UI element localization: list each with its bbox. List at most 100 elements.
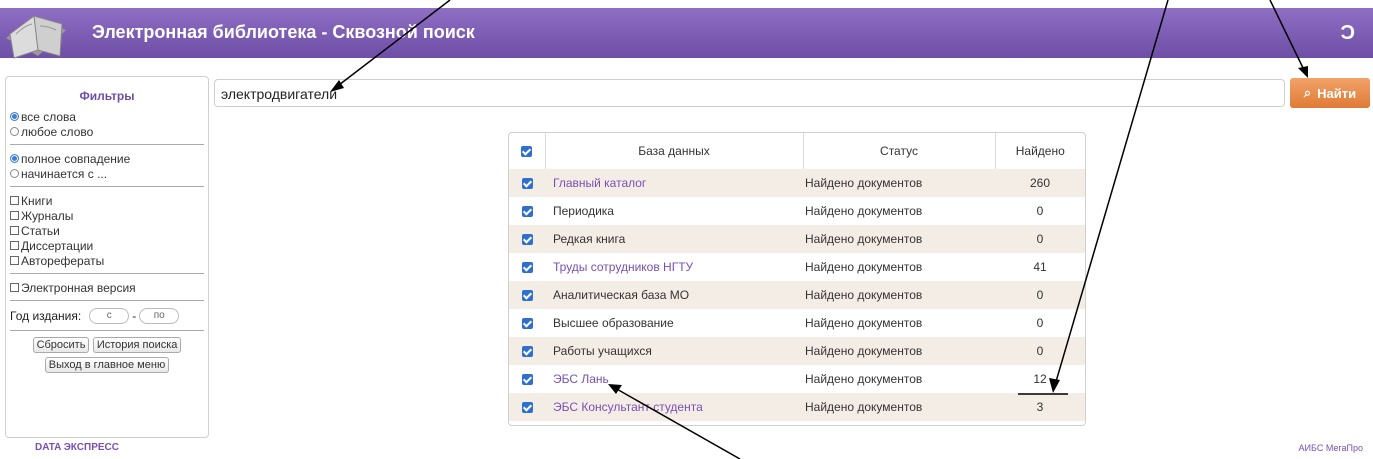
row-checkbox[interactable] [509, 197, 545, 225]
column-header-status: Статус [802, 133, 995, 169]
table-row: Аналитическая база МО Найдено документов 0 [509, 281, 1085, 309]
row-checkbox[interactable] [509, 337, 545, 365]
radio-empty-icon[interactable] [10, 169, 19, 178]
radio-selected-icon[interactable] [10, 112, 19, 121]
database-name[interactable]: ЭБС Лань [545, 365, 803, 393]
radio-empty-icon[interactable] [10, 127, 19, 136]
checkbox-dissertations[interactable]: Диссертации [6, 238, 208, 253]
table-row: Периодика Найдено документов 0 [509, 197, 1085, 225]
status-cell: Найдено документов [803, 197, 995, 225]
magnifier-icon: ⌕ [1303, 85, 1312, 100]
status-cell: Найдено документов [803, 281, 995, 309]
checkbox-abstracts[interactable]: Авторефераты [6, 253, 208, 268]
status-cell: Найдено документов [803, 169, 995, 197]
checkbox-icon[interactable] [10, 226, 19, 235]
checkbox-checked-icon[interactable] [521, 178, 533, 190]
row-checkbox[interactable] [509, 169, 545, 197]
column-header-found: Найдено [994, 133, 1085, 169]
main-menu-button[interactable]: Выход в главное меню [44, 357, 170, 373]
table-header-row: База данных Статус Найдено [509, 133, 1085, 169]
checkbox-label: Статьи [21, 223, 60, 238]
checkbox-label: Электронная версия [21, 280, 136, 295]
annotation-arrowhead [1298, 66, 1308, 78]
filters-panel: Фильтры все слова любое слово полное сов… [5, 76, 209, 438]
checkbox-checked-icon[interactable] [521, 290, 533, 302]
filters-title: Фильтры [79, 89, 135, 103]
checkbox-label: Авторефераты [21, 253, 105, 268]
status-cell: Найдено документов [803, 337, 995, 365]
found-count: 0 [995, 309, 1085, 337]
database-name[interactable]: Труды сотрудников НГТУ [545, 253, 803, 281]
database-name: Аналитическая база МО [545, 281, 803, 309]
checkbox-checked-icon[interactable] [521, 234, 533, 246]
checkbox-checked-icon[interactable] [521, 318, 533, 330]
database-name: Редкая книга [545, 225, 803, 253]
divider [10, 300, 204, 301]
found-count: 260 [995, 169, 1085, 197]
search-history-button[interactable]: История поиска [92, 337, 182, 353]
table-row: Главный каталог Найдено документов 260 [509, 169, 1085, 197]
radio-label: полное совпадение [21, 151, 131, 166]
row-checkbox[interactable] [509, 225, 545, 253]
radio-all-words[interactable]: все слова [6, 109, 208, 124]
brand-logo-icon[interactable]: Ͻ [1341, 22, 1355, 45]
checkbox-icon[interactable] [10, 241, 19, 250]
radio-any-word[interactable]: любое слово [6, 124, 208, 139]
search-button[interactable]: ⌕ Найти [1290, 78, 1370, 108]
year-dash: - [132, 309, 137, 323]
select-all-checkbox[interactable] [509, 133, 545, 169]
checkbox-icon[interactable] [10, 211, 19, 220]
checkbox-checked-icon[interactable] [521, 374, 533, 386]
checkbox-books[interactable]: Книги [6, 193, 208, 208]
checkbox-checked-icon[interactable] [521, 346, 533, 358]
divider [10, 186, 204, 187]
checkbox-checked-icon[interactable] [521, 206, 533, 218]
checkbox-checked-icon[interactable] [521, 146, 533, 158]
divider [10, 144, 204, 145]
row-checkbox[interactable] [509, 281, 545, 309]
row-checkbox[interactable] [509, 309, 545, 337]
database-name[interactable]: ЭБС Консультант студента [545, 393, 803, 421]
database-name[interactable]: Главный каталог [545, 169, 803, 197]
page-title: Электронная библиотека - Сквозной поиск [92, 22, 475, 42]
year-to-input[interactable]: по [139, 308, 180, 324]
checkbox-journals[interactable]: Журналы [6, 208, 208, 223]
checkbox-articles[interactable]: Статьи [6, 223, 208, 238]
checkbox-checked-icon[interactable] [521, 402, 533, 414]
row-checkbox[interactable] [509, 393, 545, 421]
year-label: Год издания: [10, 309, 82, 323]
checkbox-icon[interactable] [10, 256, 19, 265]
checkbox-icon[interactable] [10, 283, 19, 292]
status-cell: Найдено документов [803, 393, 995, 421]
radio-label: начинается с ... [21, 166, 108, 181]
search-input[interactable]: электродвигатели [214, 79, 1285, 107]
year-from-input[interactable]: с [89, 308, 130, 324]
checkbox-checked-icon[interactable] [521, 262, 533, 274]
table-row: Работы учащихся Найдено документов 0 [509, 337, 1085, 365]
row-checkbox[interactable] [509, 365, 545, 393]
checkbox-label: Журналы [21, 208, 74, 223]
found-count: 12 [995, 365, 1085, 393]
radio-label: любое слово [21, 124, 94, 139]
database-name: Работы учащихся [545, 337, 803, 365]
reset-button[interactable]: Сбросить [32, 337, 90, 353]
results-table: База данных Статус Найдено Главный катал… [508, 132, 1086, 426]
table-row: Редкая книга Найдено документов 0 [509, 225, 1085, 253]
radio-selected-icon[interactable] [10, 154, 19, 163]
column-header-database: База данных [544, 133, 803, 169]
database-name: Периодика [545, 197, 803, 225]
status-cell: Найдено документов [803, 365, 995, 393]
data-express-logo: DATA ЭКСПРЕСС [35, 442, 119, 453]
radio-exact-match[interactable]: полное совпадение [6, 151, 208, 166]
book-icon [6, 15, 66, 59]
megapro-logo: АИБС МегаПро [1298, 443, 1363, 453]
radio-starts-with[interactable]: начинается с ... [6, 166, 208, 181]
found-count: 3 [995, 393, 1085, 421]
found-count: 0 [995, 225, 1085, 253]
checkbox-electronic[interactable]: Электронная версия [6, 280, 208, 295]
table-row: Труды сотрудников НГТУ Найдено документов… [509, 253, 1085, 281]
checkbox-icon[interactable] [10, 196, 19, 205]
row-checkbox[interactable] [509, 253, 545, 281]
found-count: 0 [995, 337, 1085, 365]
status-cell: Найдено документов [803, 253, 995, 281]
